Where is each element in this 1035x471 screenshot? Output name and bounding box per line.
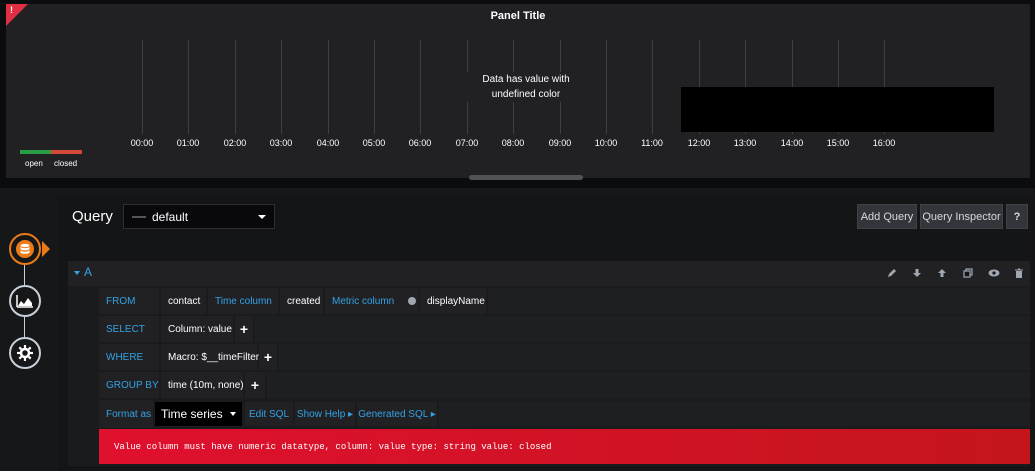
help-button[interactable]: ? — [1006, 204, 1028, 229]
datasource-select[interactable]: default — [123, 204, 275, 229]
time-tick-label: 10:00 — [594, 138, 618, 148]
time-tick-label: 07:00 — [455, 138, 479, 148]
panel-title[interactable]: Panel Title — [6, 10, 1030, 22]
time-gridline — [142, 40, 143, 134]
delete-icon[interactable] — [1013, 266, 1025, 280]
chart-icon — [16, 295, 33, 308]
group-by-row-filler — [267, 372, 1030, 398]
select-row-filler — [255, 316, 1030, 342]
query-heading: Query — [72, 208, 113, 225]
time-gridline — [420, 40, 421, 134]
sidebar-item-visualization[interactable] — [9, 285, 41, 317]
sidebar-item-queries[interactable] — [9, 233, 41, 265]
plus-icon: + — [263, 349, 273, 365]
time-tick-label: 16:00 — [872, 138, 896, 148]
datasource-icon — [132, 215, 146, 218]
time-gridline — [652, 40, 653, 134]
time-tick-label: 03:00 — [269, 138, 293, 148]
undefined-color-block — [681, 87, 994, 132]
from-row-filler — [488, 288, 1030, 314]
metric-column-value[interactable]: displayName — [420, 288, 486, 314]
select-add-button[interactable]: + — [235, 316, 253, 342]
time-gridline — [188, 40, 189, 134]
time-tick-label: 01:00 — [176, 138, 200, 148]
group-by-keyword: GROUP BY — [99, 372, 159, 398]
sidebar-active-arrow — [42, 241, 50, 257]
time-gridline — [235, 40, 236, 134]
time-tick-label: 08:00 — [501, 138, 525, 148]
database-icon — [16, 240, 34, 258]
generated-sql-button[interactable]: Generated SQL ▸ — [357, 402, 437, 426]
legend-label-open[interactable]: open — [25, 159, 43, 168]
query-error-message: Value column must have numeric datatype,… — [99, 429, 1030, 464]
time-gridline — [281, 40, 282, 134]
time-tick-label: 00:00 — [130, 138, 154, 148]
time-tick-label: 14:00 — [780, 138, 804, 148]
query-ref-id[interactable]: A — [84, 265, 92, 279]
query-inspector-button[interactable]: Query Inspector — [920, 204, 1003, 229]
move-down-icon[interactable] — [911, 266, 923, 280]
group-by-value[interactable]: time (10m, none) — [161, 372, 244, 398]
format-as-label: Format as — [99, 400, 153, 428]
chevron-down-icon — [258, 215, 266, 219]
where-add-button[interactable]: + — [259, 344, 277, 370]
where-row-filler — [279, 344, 1030, 370]
gear-icon — [17, 345, 33, 361]
from-keyword: FROM — [99, 288, 159, 314]
datasource-name: default — [152, 209, 189, 224]
metric-column-label-text: Metric column — [332, 295, 395, 307]
sidebar-item-general[interactable] — [9, 337, 41, 369]
time-tick-label: 06:00 — [408, 138, 432, 148]
select-column[interactable]: Column: value — [161, 316, 233, 342]
time-tick-label: 09:00 — [548, 138, 572, 148]
time-tick-label: 11:00 — [641, 138, 663, 148]
time-gridline — [374, 40, 375, 134]
show-help-button[interactable]: Show Help ▸ — [295, 402, 355, 426]
add-query-button[interactable]: Add Query — [857, 204, 917, 229]
where-keyword: WHERE — [99, 344, 159, 370]
edit-sql-button[interactable]: Edit SQL — [245, 402, 293, 426]
panel-resize-handle[interactable] — [469, 175, 583, 180]
format-selected: Time series — [161, 407, 223, 421]
select-keyword: SELECT — [99, 316, 159, 342]
collapse-caret-icon[interactable] — [74, 271, 80, 275]
edit-icon[interactable] — [886, 266, 898, 280]
info-icon[interactable] — [408, 297, 417, 305]
time-gridline — [606, 40, 607, 134]
where-macro[interactable]: Macro: $__timeFilter — [161, 344, 259, 370]
duplicate-icon[interactable] — [962, 266, 974, 280]
time-tick-label: 13:00 — [733, 138, 757, 148]
time-column-value[interactable]: created — [280, 288, 323, 314]
legend-label-closed[interactable]: closed — [54, 159, 77, 168]
time-tick-label: 12:00 — [687, 138, 711, 148]
format-row-filler — [439, 402, 1030, 426]
plus-icon: + — [239, 321, 249, 337]
time-gridline — [328, 40, 329, 134]
move-up-icon[interactable] — [936, 266, 948, 280]
time-tick-label: 15:00 — [826, 138, 850, 148]
format-select[interactable]: Time series — [155, 402, 242, 426]
chevron-down-icon — [230, 412, 236, 416]
panel: ! Panel Title 00:00 01:00 02:00 03:00 04:00 0… — [6, 4, 1030, 180]
plus-icon: + — [250, 377, 260, 393]
group-by-add-button[interactable]: + — [245, 372, 265, 398]
time-column-label: Time column — [208, 288, 278, 314]
toggle-visibility-icon[interactable] — [988, 266, 1000, 280]
legend-swatch-open — [20, 150, 51, 154]
time-tick-label: 02:00 — [223, 138, 247, 148]
from-table[interactable]: contact — [161, 288, 206, 314]
time-tick-label: 05:00 — [362, 138, 386, 148]
legend-swatch-closed — [51, 150, 82, 154]
undefined-color-message: Data has value with undefined color — [464, 72, 588, 102]
time-tick-label: 04:00 — [316, 138, 340, 148]
metric-column-label: Metric column — [325, 288, 418, 314]
